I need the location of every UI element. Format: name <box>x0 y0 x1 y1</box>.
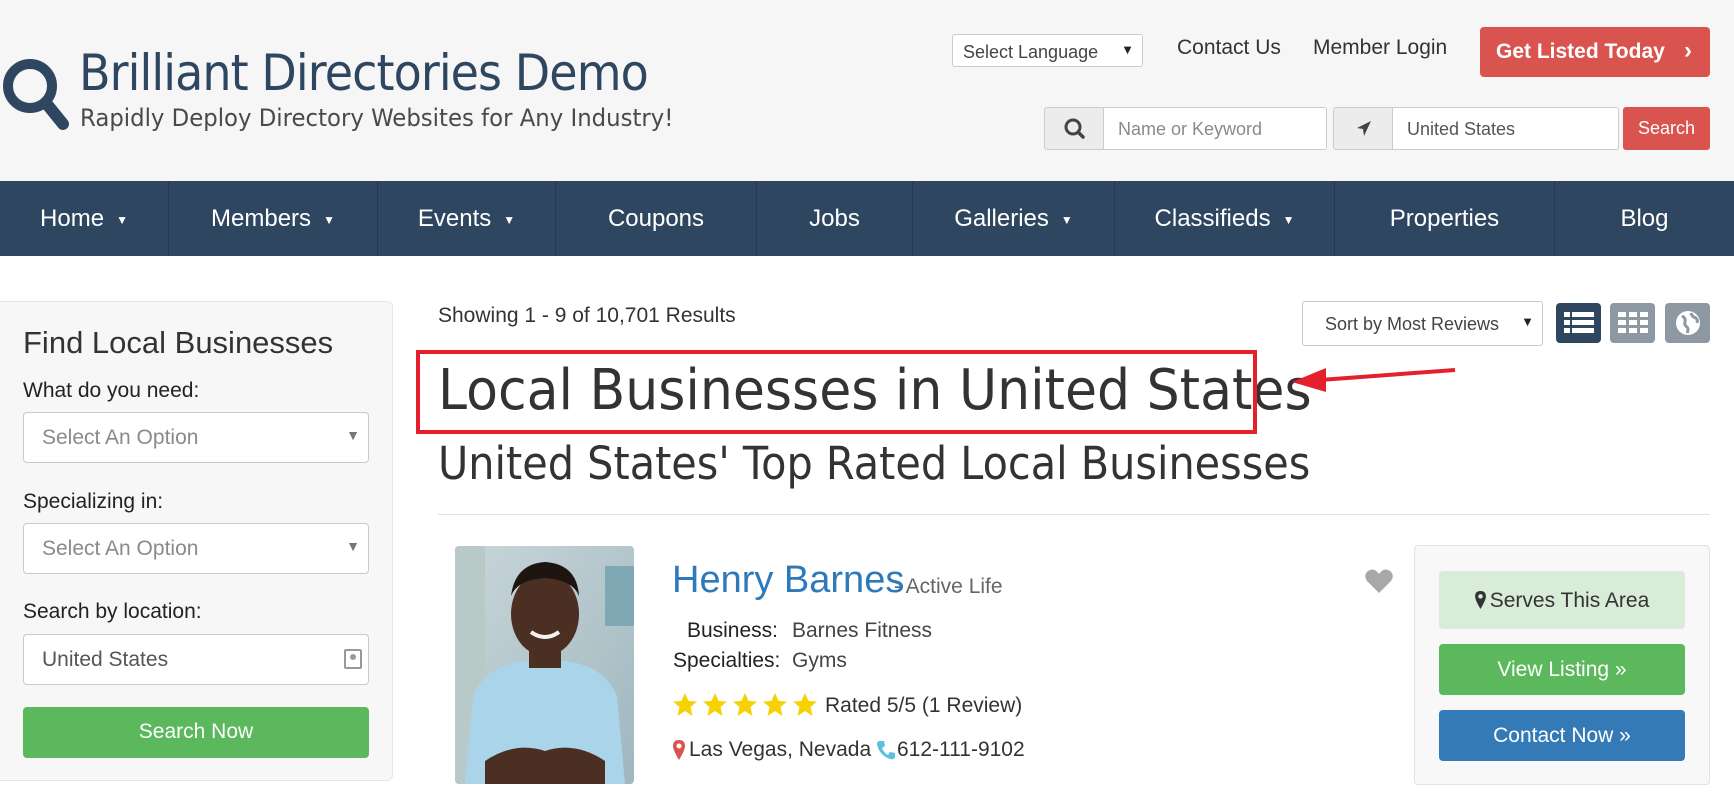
contact-us-link[interactable]: Contact Us <box>1177 36 1281 60</box>
chevron-down-icon: ▼ <box>346 427 360 443</box>
contact-card-icon <box>344 649 362 669</box>
member-name-link[interactable]: Henry Barnes <box>672 559 904 602</box>
business-label: Business: <box>686 619 778 642</box>
star-icon <box>703 693 727 716</box>
nav-item-home[interactable]: Home ▼ <box>0 181 169 256</box>
business-value: Barnes Fitness <box>792 619 933 642</box>
search-icon <box>1064 118 1085 139</box>
nav-item-events[interactable]: Events ▼ <box>378 181 556 256</box>
star-icon <box>733 693 757 716</box>
header-search-button[interactable]: Search <box>1623 107 1710 150</box>
serves-area-badge: Serves This Area <box>1439 571 1685 629</box>
highlight-annotation-box <box>416 350 1257 434</box>
sort-select-value: Sort by Most Reviews <box>1325 314 1500 334</box>
location-arrow-icon <box>1357 121 1371 136</box>
language-select[interactable]: Select Language ▼ <box>952 34 1143 67</box>
need-label: What do you need: <box>23 379 200 402</box>
get-listed-label: Get Listed Today <box>1496 40 1665 63</box>
search-icon-addon <box>1044 107 1104 150</box>
member-category: - Active Life <box>894 575 1003 598</box>
search-sidebar: Find Local Businesses What do you need: … <box>0 301 393 781</box>
member-login-link[interactable]: Member Login <box>1313 36 1447 60</box>
language-select-value: Select Language <box>963 42 1099 62</box>
nav-item-galleries[interactable]: Galleries ▼ <box>913 181 1115 256</box>
nav-item-blog[interactable]: Blog <box>1555 181 1734 256</box>
specialties-value: Gyms <box>792 649 847 672</box>
map-marker-icon <box>673 740 685 760</box>
list-view-button[interactable] <box>1556 303 1601 343</box>
specializing-label: Specializing in: <box>23 490 164 513</box>
location-input[interactable]: United States <box>23 634 369 685</box>
sort-select[interactable]: Sort by Most Reviews ▼ <box>1302 301 1543 346</box>
caret-down-icon: ▼ <box>1282 212 1295 227</box>
caret-down-icon: ▼ <box>1060 212 1073 227</box>
grid-view-button[interactable] <box>1610 303 1655 343</box>
star-icon <box>673 693 697 716</box>
phone-icon <box>877 741 895 760</box>
heart-favorite-icon[interactable] <box>1365 568 1393 594</box>
magnifier-logo-icon[interactable] <box>0 56 70 132</box>
list-view-icon <box>1563 312 1594 333</box>
map-view-button[interactable] <box>1665 303 1710 343</box>
get-listed-button[interactable]: Get Listed Today › <box>1480 27 1710 77</box>
sidebar-title: Find Local Businesses <box>23 325 334 360</box>
location-input-value: United States <box>42 648 169 671</box>
site-header: Brilliant Directories Demo Rapidly Deplo… <box>0 0 1734 181</box>
arrow-annotation-icon <box>1292 368 1456 392</box>
chevron-down-icon: ▼ <box>1121 42 1134 57</box>
rating-text: Rated 5/5 (1 Review) <box>825 694 1023 717</box>
location-search-input[interactable]: United States <box>1393 107 1619 150</box>
chevron-down-icon: ▼ <box>1521 314 1534 329</box>
grid-view-icon <box>1617 312 1648 333</box>
map-marker-icon <box>1474 591 1486 609</box>
page-subtitle: United States' Top Rated Local Businesse… <box>438 437 1311 490</box>
member-photo[interactable] <box>455 546 634 784</box>
listing-phone[interactable]: 612-111-9102 <box>897 738 1025 762</box>
nav-item-members[interactable]: Members ▼ <box>169 181 378 256</box>
location-label: Search by location: <box>23 600 202 623</box>
need-select-value: Select An Option <box>42 426 199 449</box>
caret-down-icon: ▼ <box>503 212 516 227</box>
divider <box>438 514 1710 515</box>
site-tagline: Rapidly Deploy Directory Websites for An… <box>80 104 674 132</box>
caret-down-icon: ▼ <box>323 212 335 227</box>
serves-area-label: Serves This Area <box>1489 589 1650 612</box>
nav-item-coupons[interactable]: Coupons <box>556 181 757 256</box>
nav-item-classifieds[interactable]: Classifieds ▼ <box>1115 181 1335 256</box>
need-select[interactable]: Select An Option ▼ <box>23 412 369 463</box>
specialties-label: Specialties: <box>673 649 781 672</box>
view-listing-button[interactable]: View Listing » <box>1439 644 1685 695</box>
location-arrow-addon <box>1333 107 1393 150</box>
caret-down-icon: ▼ <box>116 212 128 227</box>
globe-icon <box>1675 311 1700 335</box>
keyword-search-input[interactable]: Name or Keyword <box>1104 107 1327 150</box>
specializing-select[interactable]: Select An Option ▼ <box>23 523 369 574</box>
listing-location: Las Vegas, Nevada <box>689 738 872 761</box>
nav-item-properties[interactable]: Properties <box>1335 181 1555 256</box>
rating-stars <box>672 692 818 718</box>
nav-item-jobs[interactable]: Jobs <box>757 181 913 256</box>
results-count: Showing 1 - 9 of 10,701 Results <box>438 304 736 327</box>
member-portrait-image <box>455 546 634 784</box>
listing-actions-panel: Serves This Area View Listing » Contact … <box>1414 545 1710 785</box>
chevron-down-icon: ▼ <box>346 538 360 554</box>
contact-now-button[interactable]: Contact Now » <box>1439 710 1685 761</box>
search-now-button[interactable]: Search Now <box>23 707 369 758</box>
main-nav: Home ▼ Members ▼ Events ▼ Coupons Jobs Gall… <box>0 181 1734 256</box>
star-icon <box>763 693 787 716</box>
specializing-select-value: Select An Option <box>42 537 199 560</box>
site-title[interactable]: Brilliant Directories Demo <box>79 44 649 102</box>
star-icon <box>793 693 817 716</box>
chevron-right-icon: › <box>1684 37 1692 64</box>
